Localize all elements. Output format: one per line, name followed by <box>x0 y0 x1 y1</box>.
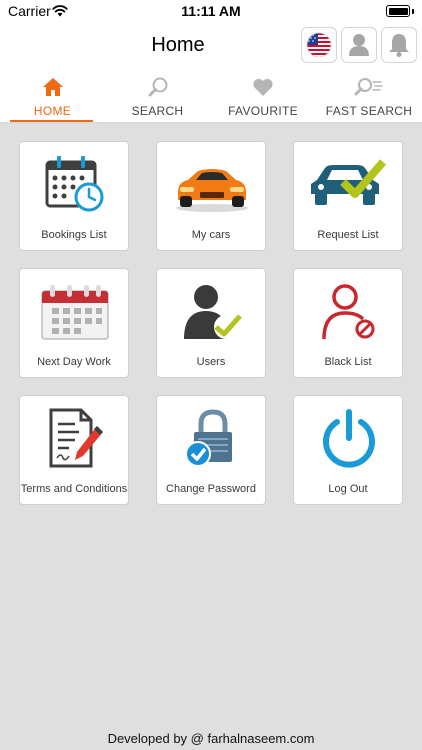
tile-request-list-label: Request List <box>317 229 379 241</box>
car-check-icon <box>311 159 387 205</box>
tile-log-out[interactable]: Log Out <box>293 395 403 505</box>
tile-my-cars[interactable]: My cars <box>156 141 266 251</box>
heart-icon <box>253 78 273 96</box>
user-blocked-icon <box>322 284 375 340</box>
calendar-clock-icon <box>45 156 104 212</box>
language-button[interactable] <box>301 27 337 63</box>
lock-check-icon <box>185 409 232 467</box>
tile-request-list[interactable]: Request List <box>293 141 403 251</box>
status-time: 11:11 AM <box>181 3 241 19</box>
tile-users[interactable]: Users <box>156 268 266 378</box>
status-bar: Carrier 11:11 AM <box>0 0 422 24</box>
tile-next-day-work-label: Next Day Work <box>37 356 111 368</box>
tab-bar: HOME SEARCH FAVOURITE FAST SEARCH <box>0 72 422 123</box>
tile-users-label: Users <box>196 356 226 368</box>
power-icon <box>323 409 375 468</box>
tab-home[interactable]: HOME <box>0 72 105 122</box>
fast-search-icon <box>354 78 383 96</box>
tile-black-list-label: Black List <box>324 356 372 368</box>
tile-terms-label: Terms and Conditions <box>20 483 128 495</box>
document-pen-icon <box>49 408 103 468</box>
battery-icon <box>386 5 410 17</box>
tile-terms-and-conditions[interactable]: Terms and Conditions <box>19 395 129 505</box>
home-icon <box>42 78 63 96</box>
user-icon <box>349 34 369 56</box>
tile-change-password[interactable]: Change Password <box>156 395 266 505</box>
bell-icon <box>389 34 409 57</box>
tile-log-out-label: Log Out <box>328 483 368 495</box>
tab-fast-search[interactable]: FAST SEARCH <box>316 72 422 122</box>
tab-home-label: HOME <box>33 104 72 118</box>
tile-my-cars-label: My cars <box>191 229 231 241</box>
notifications-button[interactable] <box>381 27 417 63</box>
tab-search-label: SEARCH <box>131 104 184 118</box>
tab-favourite-label: FAVOURITE <box>228 104 298 118</box>
calendar-icon <box>41 285 109 340</box>
profile-button[interactable] <box>341 27 377 63</box>
tile-black-list[interactable]: Black List <box>293 268 403 378</box>
active-tab-indicator <box>10 120 93 122</box>
tile-next-day-work[interactable]: Next Day Work <box>19 268 129 378</box>
sports-car-icon <box>176 169 248 212</box>
tile-bookings-list-label: Bookings List <box>41 229 107 241</box>
search-icon <box>148 77 167 97</box>
tile-change-password-label: Change Password <box>166 483 256 495</box>
tab-favourite[interactable]: FAVOURITE <box>210 72 316 122</box>
user-check-icon <box>184 285 242 339</box>
developer-credit: Developed by @ farhalnaseem.com <box>107 731 315 746</box>
tab-fast-search-label: FAST SEARCH <box>325 104 413 118</box>
tab-search[interactable]: SEARCH <box>105 72 210 122</box>
us-flag-icon <box>306 32 332 58</box>
tile-bookings-list[interactable]: Bookings List <box>19 141 129 251</box>
page-title: Home <box>151 34 205 56</box>
